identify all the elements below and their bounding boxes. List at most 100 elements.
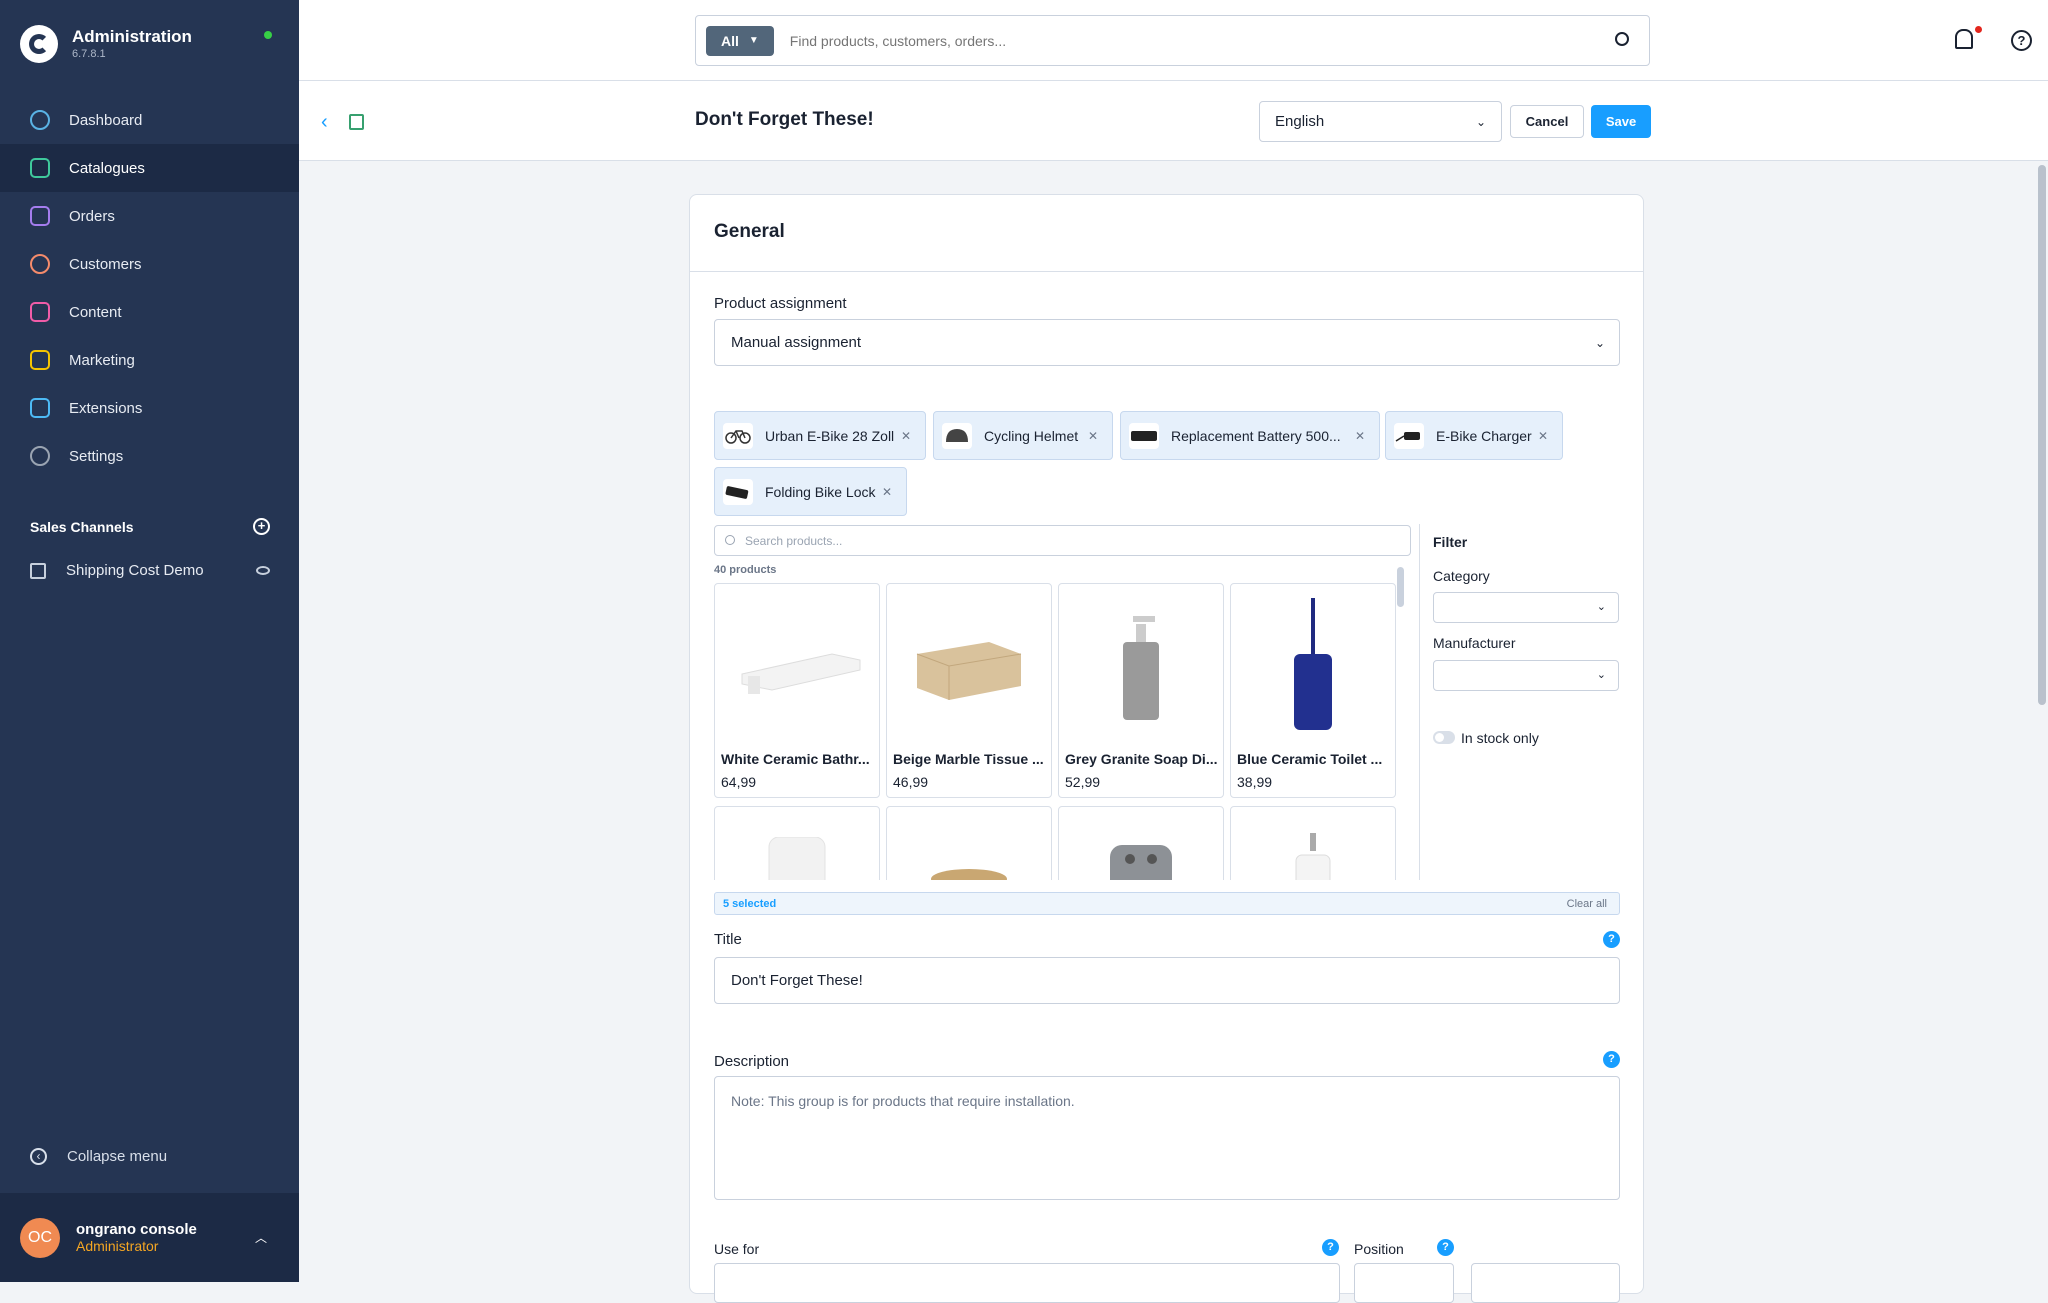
category-label: Category xyxy=(1433,568,1490,584)
product-image xyxy=(1231,807,1395,880)
chip-label: Folding Bike Lock xyxy=(765,483,876,500)
title-label: Title xyxy=(714,931,742,948)
user-name: ongrano console xyxy=(76,1221,197,1238)
product-name: Blue Ceramic Toilet ... xyxy=(1237,751,1383,767)
chip-label: Urban E-Bike 28 Zoll xyxy=(765,427,895,444)
selected-product-chip: Replacement Battery 500... ✕ xyxy=(1120,411,1380,460)
customers-icon xyxy=(30,254,50,274)
page-scrollbar[interactable] xyxy=(2038,165,2046,705)
shopware-logo-icon xyxy=(20,25,58,63)
language-value: English xyxy=(1275,113,1325,130)
remove-icon[interactable]: ✕ xyxy=(1088,429,1098,443)
top-bar: All ▼ ? xyxy=(299,0,2048,81)
help-icon[interactable]: ? xyxy=(1603,931,1620,948)
battery-icon xyxy=(1129,422,1159,449)
nav-label: Orders xyxy=(69,207,115,225)
nav-item-settings[interactable]: Settings xyxy=(0,432,299,480)
product-card[interactable]: White Ceramic Bathr... 64,99 xyxy=(714,583,880,798)
remove-icon[interactable]: ✕ xyxy=(1355,429,1365,443)
back-chevron-icon[interactable]: ‹ xyxy=(321,111,328,134)
settings-icon xyxy=(30,446,50,466)
main-nav: Dashboard Catalogues Orders Customers Co… xyxy=(0,96,299,480)
sales-channel-item[interactable]: Shipping Cost Demo xyxy=(30,562,270,579)
chevron-down-icon: ⌄ xyxy=(1596,669,1606,681)
add-sales-channel-icon[interactable]: + xyxy=(253,518,270,535)
selected-product-chip: Cycling Helmet ✕ xyxy=(933,411,1113,460)
nav-label: Content xyxy=(69,303,122,321)
product-image xyxy=(715,584,879,744)
nav-item-marketing[interactable]: Marketing xyxy=(0,336,299,384)
manufacturer-select[interactable]: ⌄ xyxy=(1433,660,1619,691)
help-icon[interactable]: ? xyxy=(2011,30,2032,51)
assignment-label: Product assignment xyxy=(714,295,847,312)
product-search-placeholder: Search products... xyxy=(745,533,843,548)
charger-icon xyxy=(1394,422,1424,449)
use-for-label: Use for xyxy=(714,1241,760,1257)
avatar: OC xyxy=(20,1217,60,1258)
filter-divider xyxy=(1419,524,1420,880)
document-icon xyxy=(349,114,364,130)
help-icon[interactable]: ? xyxy=(1603,1051,1620,1068)
filter-heading: Filter xyxy=(1433,534,1468,550)
extensions-icon xyxy=(30,398,50,418)
language-select[interactable]: English ⌄ xyxy=(1259,101,1502,142)
eye-icon[interactable] xyxy=(256,566,270,575)
in-stock-toggle[interactable] xyxy=(1433,731,1455,744)
chevron-down-icon: ▼ xyxy=(748,35,759,46)
bell-icon[interactable] xyxy=(1955,29,1973,49)
product-card[interactable]: Blue Ceramic Toilet ... 38,99 xyxy=(1230,583,1396,798)
help-icon[interactable]: ? xyxy=(1437,1239,1454,1256)
search-input[interactable] xyxy=(789,32,1590,49)
product-grid-scrollbar[interactable] xyxy=(1397,567,1404,607)
nav-item-catalogues[interactable]: Catalogues xyxy=(0,144,299,192)
search-icon[interactable] xyxy=(1615,32,1629,46)
product-image xyxy=(887,584,1051,744)
nav-item-extensions[interactable]: Extensions xyxy=(0,384,299,432)
save-button[interactable]: Save xyxy=(1591,105,1651,138)
position-stepper[interactable] xyxy=(1354,1263,1454,1303)
collapse-menu-button[interactable]: ‹ Collapse menu xyxy=(30,1148,167,1165)
remove-icon[interactable]: ✕ xyxy=(882,485,892,499)
catalogue-icon xyxy=(30,158,50,178)
product-search-input[interactable]: Search products... xyxy=(714,525,1411,556)
selected-product-chip: Urban E-Bike 28 Zoll ✕ xyxy=(714,411,926,460)
assignment-select[interactable]: Manual assignment ⌄ xyxy=(714,319,1620,366)
nav-item-customers[interactable]: Customers xyxy=(0,240,299,288)
description-field[interactable]: Note: This group is for products that re… xyxy=(714,1076,1620,1200)
product-name: White Ceramic Bathr... xyxy=(721,751,870,767)
active-toggle-field[interactable] xyxy=(1471,1263,1620,1303)
remove-icon[interactable]: ✕ xyxy=(901,429,911,443)
description-label: Description xyxy=(714,1053,790,1070)
product-price: 38,99 xyxy=(1237,774,1273,790)
brand[interactable]: Administration 6.7.8.1 xyxy=(20,22,192,66)
user-menu[interactable]: OC ongrano console Administrator ︿ xyxy=(0,1193,299,1282)
product-card[interactable]: Beige Marble Tissue ... 46,99 xyxy=(886,583,1052,798)
lock-icon xyxy=(723,478,753,505)
chip-label: E-Bike Charger xyxy=(1436,427,1532,444)
sidebar: Administration 6.7.8.1 Dashboard Catalog… xyxy=(0,0,299,1282)
remove-icon[interactable]: ✕ xyxy=(1538,429,1548,443)
dashboard-icon xyxy=(30,110,50,130)
nav-item-content[interactable]: Content xyxy=(0,288,299,336)
selected-product-chip: Folding Bike Lock ✕ xyxy=(714,467,907,516)
product-price: 52,99 xyxy=(1065,774,1101,790)
use-for-select[interactable] xyxy=(714,1263,1340,1303)
product-card[interactable]: Grey Granite Soap Di... 52,99 xyxy=(1058,583,1224,798)
cancel-button[interactable]: Cancel xyxy=(1510,105,1584,138)
nav-item-dashboard[interactable]: Dashboard xyxy=(0,96,299,144)
product-card[interactable] xyxy=(886,806,1052,880)
clear-all-button[interactable]: Clear all xyxy=(1567,898,1607,910)
chevron-down-icon: ⌄ xyxy=(1594,335,1605,350)
nav-item-orders[interactable]: Orders xyxy=(0,192,299,240)
content-icon xyxy=(30,302,50,322)
help-icon[interactable]: ? xyxy=(1322,1239,1339,1256)
notification-dot xyxy=(1975,26,1982,33)
search-scope-button[interactable]: All ▼ xyxy=(706,25,774,56)
product-card[interactable] xyxy=(1230,806,1396,880)
product-name: Beige Marble Tissue ... xyxy=(893,751,1044,767)
sales-channels-title: Sales Channels xyxy=(30,518,134,535)
title-field[interactable]: Don't Forget These! xyxy=(714,957,1620,1004)
category-select[interactable]: ⌄ xyxy=(1433,592,1619,623)
product-card[interactable] xyxy=(1058,806,1224,880)
product-card[interactable] xyxy=(714,806,880,880)
